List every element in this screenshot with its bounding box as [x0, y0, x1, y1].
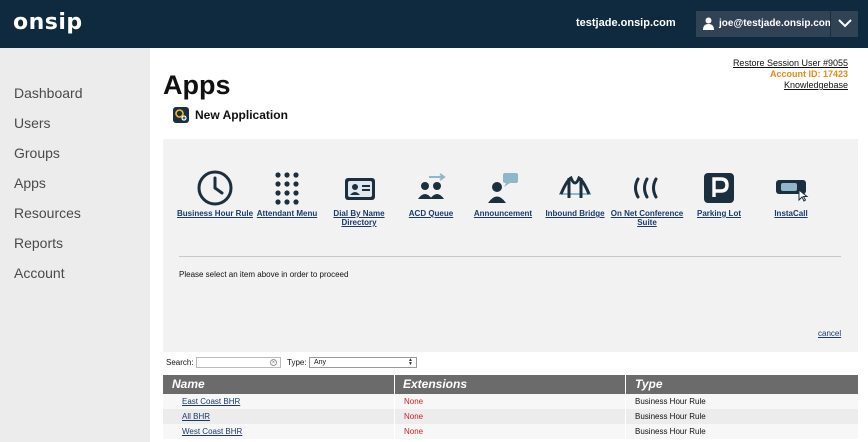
table-row: West Coast BHR None Business Hour Rule [163, 424, 858, 439]
column-divider [625, 424, 626, 439]
domain-label: testjade.onsip.com [576, 17, 676, 29]
app-type: Business Hour Rule [635, 427, 706, 436]
app-tile-label: On Net Conference Suite [610, 209, 684, 227]
sidebar-item-users[interactable]: Users [14, 115, 51, 131]
app-name-link[interactable]: East Coast BHR [182, 397, 240, 406]
new-application-icon [173, 107, 189, 123]
table-header: Name Extensions Type [163, 375, 858, 394]
app-extensions: None [404, 397, 424, 406]
clear-search-icon[interactable]: × [270, 359, 277, 366]
instacall-icon [773, 170, 809, 206]
app-tile-label: Parking Lot [696, 209, 741, 218]
table-row: East Coast BHR None Business Hour Rule [163, 394, 858, 409]
app-tile-acd-queue[interactable]: ACD Queue [393, 170, 469, 218]
column-divider [394, 375, 395, 394]
sidebar: Dashboard Users Groups Apps Resources Re… [0, 48, 150, 442]
app-tile-label: Inbound Bridge [545, 209, 605, 218]
sidebar-item-account[interactable]: Account [14, 265, 65, 281]
app-tile-attendant-menu[interactable]: Attendant Menu [249, 170, 325, 218]
column-divider [625, 394, 626, 409]
app-tile-business-hour-rule[interactable]: Business Hour Rule [177, 170, 253, 218]
column-divider [394, 409, 395, 424]
panel-instructions: Please select an item above in order to … [179, 270, 349, 279]
app-tile-inbound-bridge[interactable]: Inbound Bridge [537, 170, 613, 218]
type-select-value: Any [314, 359, 327, 366]
column-divider [394, 394, 395, 409]
clock-icon [197, 170, 233, 206]
user-icon [703, 17, 714, 30]
sidebar-item-apps[interactable]: Apps [14, 175, 46, 191]
app-picker-panel: Business Hour Rule Attendant Menu Dial B… [163, 139, 858, 352]
page-title: Apps [163, 70, 231, 100]
cancel-link[interactable]: cancel [818, 329, 841, 338]
search-input[interactable] [196, 357, 281, 368]
panel-divider [179, 256, 841, 257]
account-id: Account ID: 17423 [769, 69, 848, 79]
table-row: All BHR None Business Hour Rule [163, 409, 858, 424]
knowledgebase-link[interactable]: Knowledgebase [733, 80, 848, 91]
parking-icon [701, 170, 737, 206]
app-tile-label: InstaCall [774, 209, 808, 218]
column-divider [625, 409, 626, 424]
directory-icon [341, 170, 377, 206]
column-divider [394, 424, 395, 439]
onsip-logo[interactable]: onsip [13, 10, 83, 35]
app-tile-parking-lot[interactable]: Parking Lot [681, 170, 757, 218]
app-name-link[interactable]: West Coast BHR [182, 427, 242, 436]
column-header-name[interactable]: Name [172, 377, 205, 391]
app-type: Business Hour Rule [635, 412, 706, 421]
keypad-icon [269, 170, 305, 206]
user-email: joe@testjade.onsip.com [719, 18, 834, 29]
type-label: Type: [287, 358, 307, 367]
column-header-extensions[interactable]: Extensions [403, 377, 467, 391]
new-application-label: New Application [195, 108, 288, 122]
bridge-icon [557, 170, 593, 206]
app-name-link[interactable]: All BHR [182, 412, 210, 421]
type-select[interactable]: Any ▲ ▼ [309, 357, 417, 368]
select-arrows-icon: ▲ ▼ [408, 357, 413, 367]
session-links: Restore Session User #9055 Account ID: 1… [733, 58, 848, 91]
app-tile-label: ACD Queue [408, 209, 454, 218]
app-tile-instacall[interactable]: InstaCall [753, 170, 829, 218]
announcement-icon [485, 170, 521, 206]
sidebar-item-dashboard[interactable]: Dashboard [14, 85, 83, 101]
app-tile-label: Announcement [473, 209, 533, 218]
app-tile-dial-by-name-directory[interactable]: Dial By Name Directory [321, 170, 397, 227]
search-label: Search: [166, 358, 194, 367]
sidebar-item-groups[interactable]: Groups [14, 145, 60, 161]
app-extensions: None [404, 412, 424, 421]
app-type: Business Hour Rule [635, 397, 706, 406]
queue-icon [413, 170, 449, 206]
app-tile-label: Dial By Name Directory [333, 209, 385, 227]
sidebar-item-resources[interactable]: Resources [14, 205, 81, 221]
column-header-type[interactable]: Type [635, 377, 663, 391]
app-extensions: None [404, 427, 424, 436]
column-divider [625, 375, 626, 394]
app-tile-on-net-conference-suite[interactable]: On Net Conference Suite [609, 170, 685, 227]
app-tile-label: Business Hour Rule [177, 209, 254, 218]
restore-session-link[interactable]: Restore Session User #9055 [733, 58, 848, 69]
app-tile-announcement[interactable]: Announcement [465, 170, 541, 218]
user-menu[interactable]: joe@testjade.onsip.com [696, 11, 834, 37]
conference-icon [629, 170, 665, 206]
sidebar-item-reports[interactable]: Reports [14, 235, 63, 251]
app-tile-label: Attendant Menu [256, 209, 318, 218]
user-menu-toggle[interactable] [830, 11, 858, 37]
